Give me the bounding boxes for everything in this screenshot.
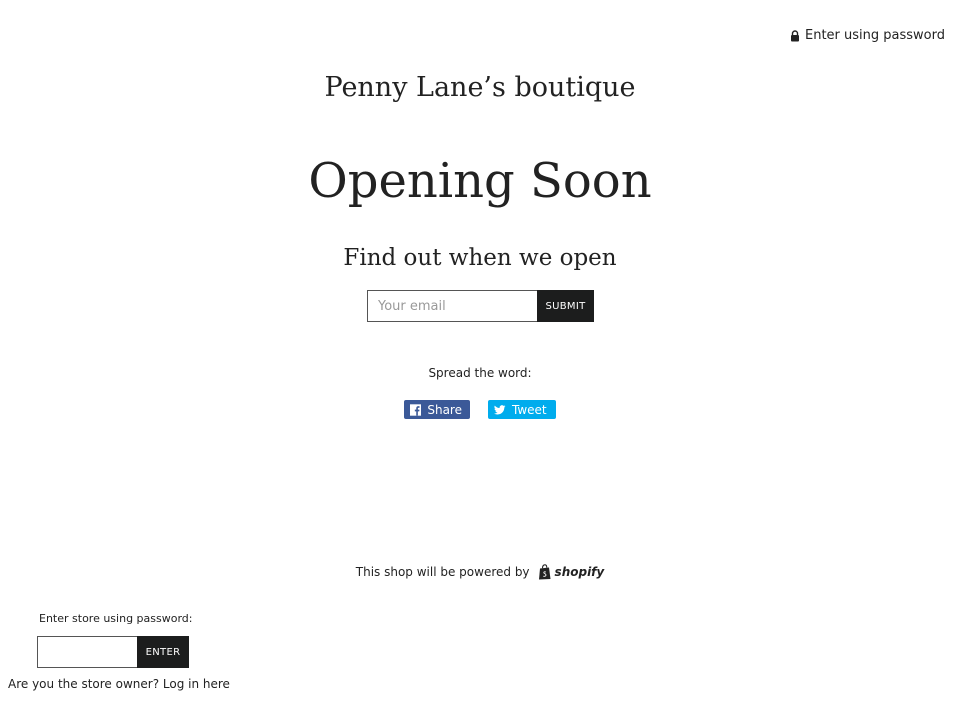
spread-the-word-label: Spread the word:	[428, 366, 532, 380]
password-field[interactable]	[37, 636, 137, 668]
shopify-bag-icon	[538, 564, 551, 580]
twitter-tweet-button[interactable]: Tweet	[488, 400, 556, 419]
lock-icon	[791, 29, 799, 41]
page-title: Opening Soon	[308, 153, 652, 209]
shop-name: Penny Lane’s boutique	[324, 72, 636, 103]
enter-button[interactable]: ENTER	[137, 636, 189, 668]
login-link[interactable]: Log in here	[163, 677, 230, 691]
facebook-icon	[410, 403, 422, 416]
email-field[interactable]	[367, 290, 537, 322]
owner-login: Are you the store owner? Log in here	[8, 677, 230, 691]
powered-by: This shop will be powered by shopify	[0, 564, 960, 580]
facebook-share-label: Share	[427, 402, 462, 417]
signup-heading: Find out when we open	[343, 245, 617, 271]
submit-button[interactable]: SUBMIT	[537, 290, 594, 322]
enter-password-link[interactable]: Enter using password	[790, 28, 945, 43]
password-page: Enter using password Penny Lane’s boutiq…	[0, 0, 960, 727]
twitter-tweet-label: Tweet	[512, 402, 547, 417]
shopify-logo-link[interactable]: shopify	[538, 564, 605, 580]
shopify-wordmark: shopify	[554, 565, 605, 579]
signup-form: SUBMIT	[367, 290, 594, 322]
store-password-label: Enter store using password:	[39, 612, 193, 625]
owner-prompt: Are you the store owner?	[8, 677, 160, 691]
powered-by-text: This shop will be powered by	[355, 565, 530, 579]
twitter-icon	[494, 404, 506, 414]
enter-password-label: Enter using password	[805, 28, 945, 43]
facebook-share-button[interactable]: Share	[404, 400, 470, 419]
password-form: ENTER	[37, 636, 189, 668]
